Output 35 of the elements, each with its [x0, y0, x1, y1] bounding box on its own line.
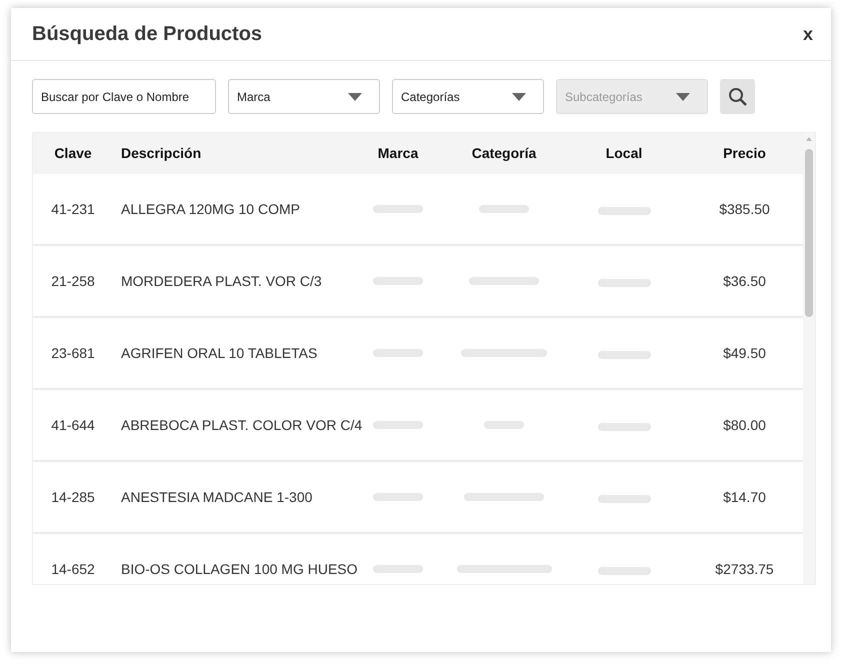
table-cell: ANESTESIA MADCANE 1-300: [121, 488, 312, 504]
caret-icon: [676, 92, 690, 100]
caret-icon: [512, 92, 526, 100]
column-header: Categoría: [472, 144, 536, 163]
search-icon: [728, 86, 748, 106]
table-cell: BIO-OS COLLAGEN 100 MG HUESO: [121, 560, 358, 576]
table-cell: ABREBOCA PLAST. COLOR VOR C/4: [121, 416, 362, 432]
column-header: Local: [606, 144, 642, 163]
caret-icon: [348, 92, 362, 100]
column-header: Marca: [378, 144, 418, 163]
table-cell-text: $49.50: [723, 344, 766, 362]
table-cell-text: $80.00: [723, 416, 766, 434]
scrollbar[interactable]: [803, 133, 815, 584]
dropdown[interactable]: Categorías: [392, 79, 544, 114]
dialog-title: Búsqueda de Productos: [32, 22, 262, 47]
table-cell: AGRIFEN ORAL 10 TABLETAS: [121, 344, 318, 360]
column-header: Clave: [54, 144, 92, 163]
table-cell-text: 14-652: [51, 560, 95, 578]
table-cell-text: 21-258: [51, 272, 95, 290]
table-cell-text: 14-285: [51, 488, 95, 506]
table-cell-text: $385.50: [719, 200, 770, 218]
table-cell-text: 41-644: [51, 416, 95, 434]
column-header: Precio: [723, 144, 766, 163]
table-cell-text: 41-231: [51, 200, 95, 218]
table-cell: ALLEGRA 120MG 10 COMP: [121, 200, 300, 216]
search-field[interactable]: Buscar por Clave o Nombre: [32, 79, 216, 114]
table-cell-text: 23-681: [51, 344, 95, 362]
search-button[interactable]: [720, 79, 755, 114]
dropdown[interactable]: Marca: [228, 79, 380, 114]
table-cell-text: $14.70: [723, 488, 766, 506]
column-header: Descripción: [121, 144, 202, 163]
table-cell-text: $2733.75: [715, 560, 774, 578]
table-cell-text: $36.50: [723, 272, 766, 290]
close-button[interactable]: x: [802, 25, 813, 43]
table-cell: MORDEDERA PLAST. VOR C/3: [121, 272, 322, 288]
